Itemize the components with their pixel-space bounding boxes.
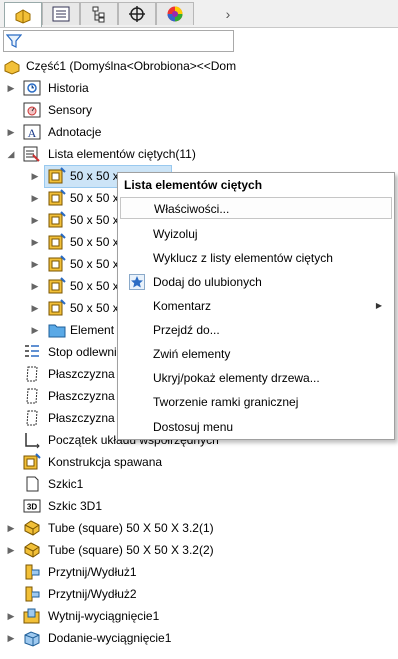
menu-item-properties[interactable]: Właściwości...	[120, 197, 392, 219]
collapse-icon[interactable]: ◢	[6, 149, 16, 159]
sketch-3d-icon: 3D	[23, 499, 41, 513]
plane-icon	[26, 410, 38, 426]
property-manager-icon	[52, 6, 70, 22]
expand-icon[interactable]: ▶	[30, 281, 40, 291]
weldment-body-icon	[48, 255, 66, 272]
weldment-body-icon	[48, 167, 66, 184]
tab-feature-manager[interactable]	[4, 2, 42, 27]
origin-icon	[25, 433, 40, 449]
tree-item-stop[interactable]: Stop odlewni	[0, 341, 117, 363]
tree-item-body[interactable]: ▶ 50 x 50 x	[0, 253, 119, 275]
tab-display-manager[interactable]	[156, 2, 194, 25]
tree-item-body[interactable]: ▶ 50 x 50 x	[0, 297, 119, 319]
svg-text:A: A	[28, 126, 37, 140]
expand-icon[interactable]: ▶	[30, 259, 40, 269]
tree-filter-input[interactable]	[3, 30, 234, 52]
expand-icon[interactable]: ▶	[30, 171, 40, 181]
expand-icon[interactable]: ▶	[6, 633, 16, 643]
expand-icon[interactable]: ▶	[6, 523, 16, 533]
cut-extrude-icon	[23, 608, 40, 624]
history-icon	[23, 80, 41, 96]
feature-manager-icon	[15, 9, 31, 24]
tree-item-weldment[interactable]: Konstrukcja spawana	[0, 451, 200, 473]
trim-extend-icon	[25, 586, 40, 602]
sensor-icon	[23, 102, 41, 118]
expand-icon[interactable]: ▶	[6, 611, 16, 621]
tree-item-trim-extend[interactable]: Przytnij/Wydłuż2	[0, 583, 200, 605]
tab-dimxpert[interactable]	[118, 2, 156, 25]
dimxpert-icon	[129, 6, 145, 22]
structural-member-icon	[24, 542, 40, 558]
menu-item-go-to[interactable]: Przejdź do...	[120, 319, 392, 341]
expand-icon[interactable]: ▶	[30, 325, 40, 335]
tree-item-boss-extrude[interactable]: ▶ Dodanie-wyciągnięcie1	[0, 627, 200, 649]
weldment-body-icon	[48, 233, 66, 250]
tree-item-body[interactable]: ▶ 50 x 50 x	[0, 209, 119, 231]
menu-item-add-to-favorites[interactable]: Dodaj do ulubionych	[120, 271, 392, 293]
configuration-manager-icon	[92, 6, 105, 23]
svg-text:3D: 3D	[27, 503, 37, 512]
filter-icon	[6, 34, 22, 48]
menu-item-exclude-from-cut-list[interactable]: Wyklucz z listy elementów ciętych	[120, 247, 392, 269]
structural-member-icon	[24, 520, 40, 536]
menu-item-collapse-items[interactable]: Zwiń elementy	[120, 343, 392, 365]
cut-list-icon	[23, 146, 40, 162]
boss-extrude-icon	[24, 631, 40, 647]
weldment-icon	[23, 453, 41, 470]
weldment-body-icon	[48, 299, 66, 316]
expand-icon[interactable]: ▶	[6, 83, 16, 93]
menu-item-isolate[interactable]: Wyizoluj	[120, 223, 392, 245]
tree-item-plane[interactable]: Płaszczyzna g	[0, 385, 125, 407]
submenu-arrow-icon: ▶	[375, 301, 382, 310]
tree-item-3d-sketch[interactable]: 3D Szkic 3D1	[0, 495, 200, 517]
tree-item-structural-member[interactable]: ▶ Tube (square) 50 X 50 X 3.2(2)	[0, 539, 260, 561]
expand-icon[interactable]: ▶	[6, 545, 16, 555]
tree-item-sketch[interactable]: Szkic1	[0, 473, 200, 495]
weldment-body-icon	[48, 211, 66, 228]
tree-item-plane[interactable]: Płaszczyzna p	[0, 407, 125, 429]
tree-item-cut-extrude[interactable]: ▶ Wytnij-wyciągnięcie1	[0, 605, 200, 627]
sketch-icon	[26, 476, 39, 492]
context-menu: Lista elementów ciętych Właściwości... W…	[117, 172, 395, 440]
tab-configuration-manager[interactable]	[80, 2, 118, 25]
expand-icon[interactable]: ▶	[30, 193, 40, 203]
tree-item-plane[interactable]: Płaszczyzna p	[0, 363, 125, 385]
tree-item-adnotacje[interactable]: ▶ A Adnotacje	[0, 121, 200, 143]
folder-icon	[48, 324, 66, 338]
tab-property-manager[interactable]	[42, 2, 80, 25]
favorites-star-icon	[129, 274, 145, 290]
part-icon	[4, 60, 20, 75]
tree-item-sensory[interactable]: Sensory	[0, 99, 200, 121]
trim-extend-icon	[25, 564, 40, 580]
tree-item-folder[interactable]: ▶ Element	[0, 319, 117, 341]
panel-tabs: ›	[0, 0, 398, 28]
tree-item-cut-list[interactable]: ◢ Lista elementów ciętych(11)	[0, 143, 220, 165]
weldment-body-icon	[48, 189, 66, 206]
expand-icon[interactable]: ▶	[6, 127, 16, 137]
stop-rollback-icon	[25, 345, 39, 357]
tree-root-part[interactable]: Część1 (Domyślna<Obrobiona><<Dom	[0, 55, 398, 77]
tree-item-body[interactable]: ▶ 50 x 50 x	[0, 231, 119, 253]
expand-icon[interactable]: ▶	[30, 215, 40, 225]
plane-icon	[26, 388, 38, 404]
annotations-icon: A	[23, 124, 41, 140]
tree-item-body[interactable]: ▶ 50 x 50 x	[0, 275, 119, 297]
menu-item-bounding-box[interactable]: Tworzenie ramki granicznej	[120, 391, 392, 413]
tree-root-label: Część1 (Domyślna<Obrobiona><<Dom	[26, 59, 237, 73]
expand-icon[interactable]: ▶	[30, 237, 40, 247]
menu-item-hide-show-tree-items[interactable]: Ukryj/pokaż elementy drzewa...	[120, 367, 392, 389]
context-menu-title: Lista elementów ciętych	[124, 178, 263, 192]
tree-item-structural-member[interactable]: ▶ Tube (square) 50 X 50 X 3.2(1)	[0, 517, 260, 539]
tabs-more-button[interactable]: ›	[220, 4, 236, 24]
tree-item-body[interactable]: ▶ 50 x 50 x	[0, 187, 119, 209]
expand-icon[interactable]: ▶	[30, 303, 40, 313]
menu-item-customize-menu[interactable]: Dostosuj menu	[120, 416, 392, 438]
plane-icon	[26, 366, 38, 382]
display-manager-icon	[167, 6, 183, 22]
weldment-body-icon	[48, 277, 66, 294]
tree-item-historia[interactable]: ▶ Historia	[0, 77, 200, 99]
tree-item-trim-extend[interactable]: Przytnij/Wydłuż1	[0, 561, 200, 583]
menu-item-comment[interactable]: Komentarz ▶	[120, 295, 392, 317]
